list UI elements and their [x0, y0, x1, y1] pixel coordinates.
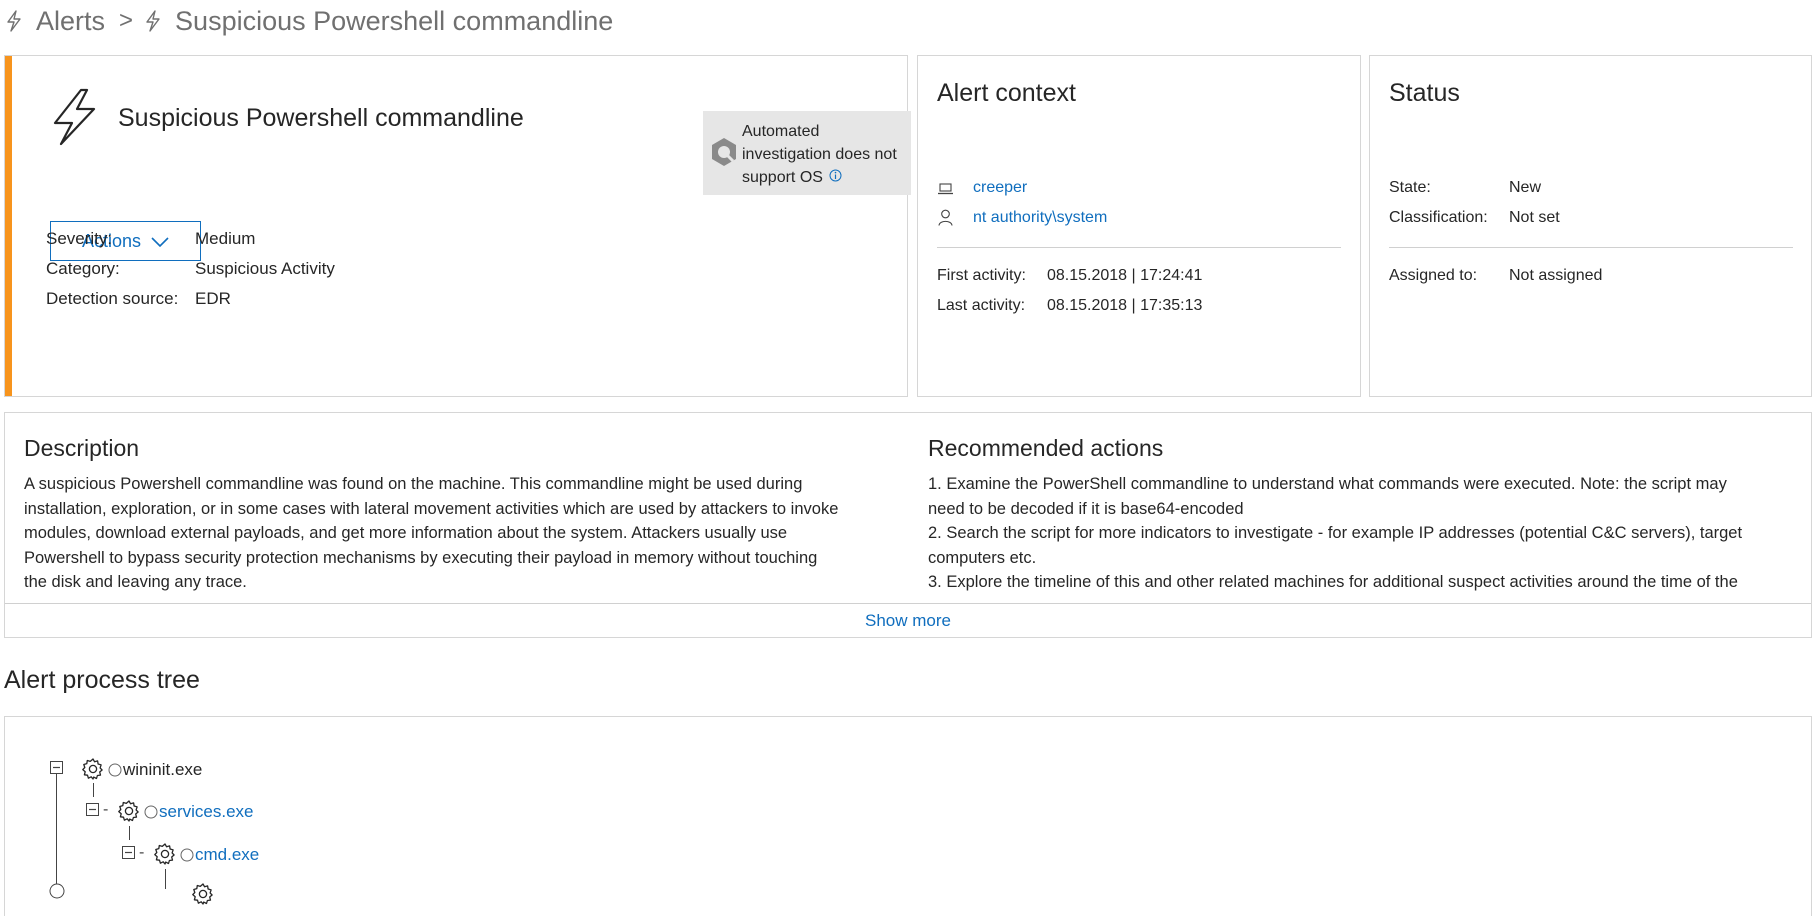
collapse-toggle-icon[interactable] [122, 846, 135, 864]
automated-investigation-line-1: Automated [742, 123, 820, 140]
recommended-line: need to be decoded if it is base64-encod… [928, 499, 1244, 518]
breadcrumb-current: Suspicious Powershell commandline [175, 5, 614, 36]
collapse-toggle-icon[interactable] [86, 803, 99, 821]
status-title: Status [1389, 79, 1460, 107]
process-gear-icon [191, 882, 215, 911]
tree-trunk-line [56, 773, 57, 893]
first-activity-label: First activity: [937, 267, 1026, 284]
process-node-cmd[interactable]: cmd.exe [195, 845, 259, 865]
process-tree-title: Alert process tree [4, 666, 200, 694]
description-line: A suspicious Powershell commandline was … [24, 475, 803, 493]
automated-investigation-line-2: investigation does not [742, 146, 897, 163]
description-title: Description [24, 435, 140, 461]
show-more-link[interactable]: Show more [5, 604, 1811, 637]
automated-investigation-text: Automated investigation does not support… [742, 120, 912, 189]
detection-source-label: Detection source: [46, 289, 179, 308]
recommended-line: 2. Search the script for more indicators… [928, 524, 1743, 543]
collapse-toggle-icon[interactable] [49, 883, 65, 904]
alert-bolt-icon [145, 10, 161, 32]
automated-investigation-line-3: support OS [742, 166, 912, 189]
process-tree-panel: wininit.exe - services.exe - cmd.exe [4, 716, 1812, 916]
process-node-wininit[interactable]: wininit.exe [123, 760, 202, 780]
process-gear-icon [117, 799, 141, 828]
state-value: New [1509, 179, 1542, 196]
tree-connector-line [93, 783, 94, 797]
breadcrumb-separator: > [119, 7, 134, 34]
last-activity-value: 08.15.2018 | 17:35:13 [1047, 297, 1203, 314]
status-divider [1389, 247, 1793, 248]
severity-accent-bar [5, 56, 12, 396]
alert-title: Suspicious Powershell commandline [118, 104, 524, 132]
assigned-to-label: Assigned to: [1389, 267, 1478, 284]
process-status-circle-icon [144, 805, 158, 824]
description-line: Powershell to bypass security protection… [24, 548, 818, 567]
context-divider [937, 247, 1341, 248]
details-card: Description A suspicious Powershell comm… [4, 412, 1812, 638]
alert-bolt-icon [6, 10, 22, 32]
process-gear-icon [153, 842, 177, 871]
state-label: State: [1389, 179, 1431, 196]
alert-context-title: Alert context [937, 79, 1076, 107]
user-link[interactable]: nt authority\system [973, 209, 1107, 227]
last-activity-label: Last activity: [937, 297, 1026, 314]
classification-value: Not set [1509, 209, 1560, 226]
assigned-to-value: Not assigned [1509, 267, 1603, 284]
severity-label: Severity: [46, 229, 113, 248]
tree-dash: - [139, 844, 145, 861]
recommended-actions-text: 1. Examine the PowerShell commandline to… [928, 472, 1808, 603]
classification-label: Classification: [1389, 209, 1488, 226]
user-icon [938, 209, 953, 231]
alert-context-card: Alert context creeper nt authority\syste… [917, 55, 1361, 397]
machine-icon [937, 182, 954, 200]
description-line: the disk and leaving any trace. [24, 573, 247, 592]
description-text: A suspicious Powershell commandline was … [24, 472, 904, 603]
info-icon[interactable] [829, 166, 842, 189]
status-card: Status State: New Classification: Not se… [1369, 55, 1812, 397]
breadcrumb-alerts-link[interactable]: Alerts [36, 6, 105, 37]
recommended-actions-title: Recommended actions [928, 435, 1164, 461]
alert-large-bolt-icon [47, 87, 101, 152]
description-line: installation, exploration, or in some ca… [24, 499, 839, 518]
tree-connector-line [165, 869, 166, 889]
severity-value: Medium [195, 229, 256, 248]
automated-investigation-icon [711, 137, 737, 172]
process-status-circle-icon [108, 763, 122, 782]
process-status-circle-icon [180, 848, 194, 867]
process-gear-icon [81, 757, 105, 786]
description-line: modules, download external payloads, and… [24, 524, 788, 543]
category-value: Suspicious Activity [195, 259, 335, 278]
recommended-line: 1. Examine the PowerShell commandline to… [928, 475, 1727, 493]
chevron-down-icon [151, 231, 169, 252]
category-label: Category: [46, 259, 120, 278]
tree-connector-line [129, 826, 130, 840]
alert-summary-card: Suspicious Powershell commandline Action… [4, 55, 911, 397]
recommended-line: computers etc. [928, 548, 1037, 567]
detection-source-value: EDR [195, 289, 231, 308]
tree-dash: - [103, 801, 109, 818]
machine-link[interactable]: creeper [973, 179, 1027, 197]
recommended-line: 3. Explore the timeline of this and othe… [928, 573, 1738, 592]
breadcrumb: Alerts > Suspicious Powershell commandli… [6, 4, 613, 38]
process-node-services[interactable]: services.exe [159, 802, 253, 822]
first-activity-value: 08.15.2018 | 17:24:41 [1047, 267, 1203, 284]
automated-investigation-notice: Automated investigation does not support… [703, 111, 911, 195]
collapse-toggle-icon[interactable] [50, 761, 63, 779]
